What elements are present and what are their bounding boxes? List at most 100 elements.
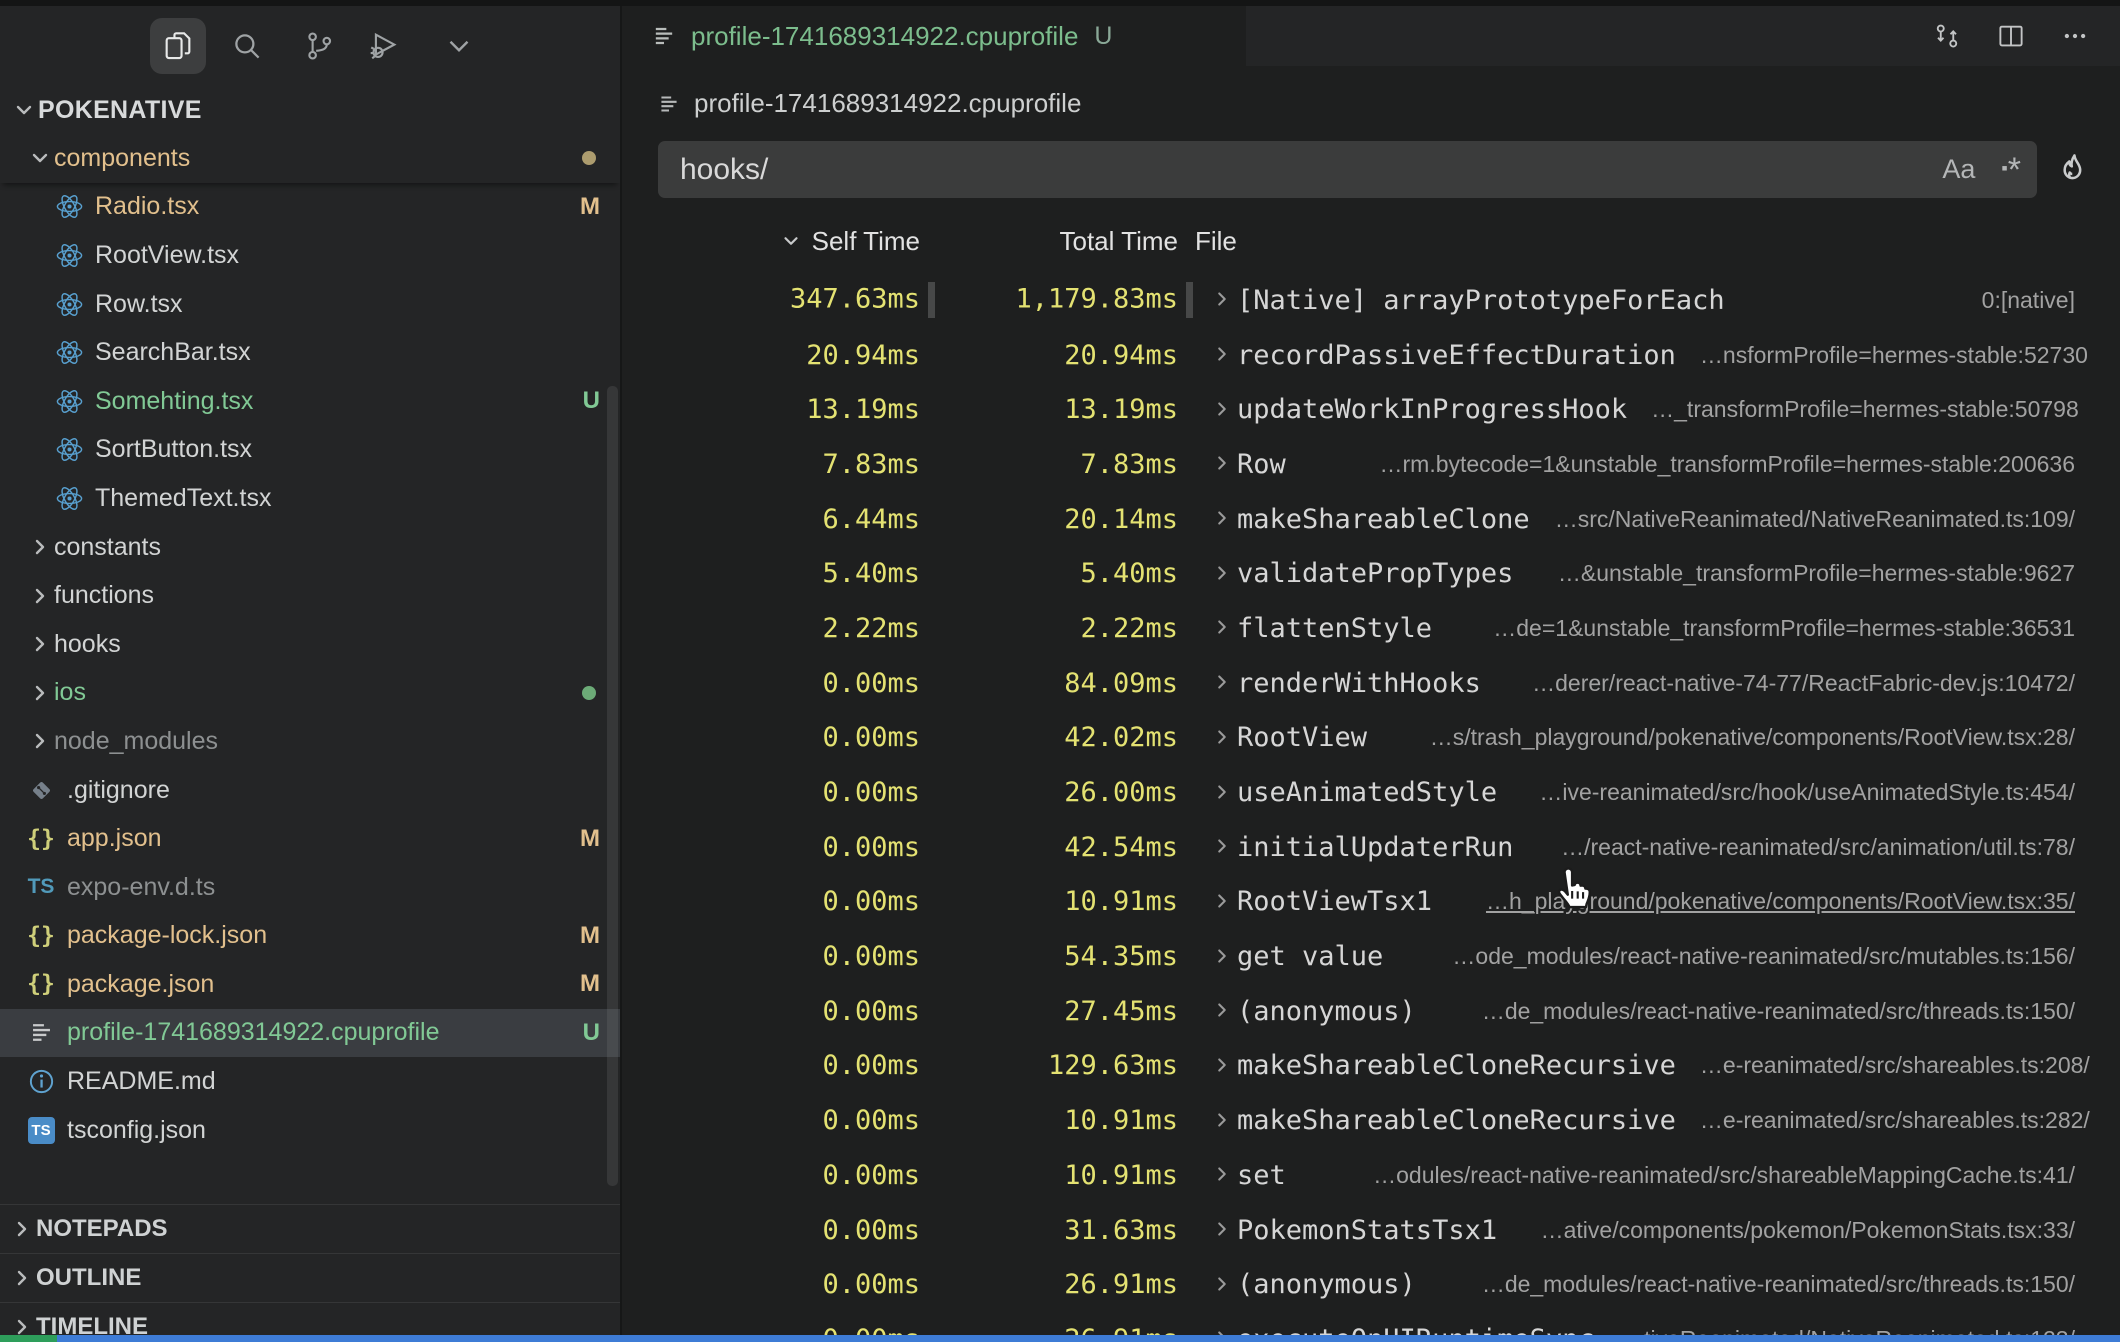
expand-chevron-icon[interactable] <box>1211 1218 1235 1242</box>
tree-item[interactable]: functions <box>0 571 620 620</box>
split-editor-icon[interactable] <box>1994 19 2028 53</box>
file-location-link[interactable]: …src/NativeReanimated/NativeReanimated.t… <box>1531 506 2075 533</box>
expand-chevron-icon[interactable] <box>1211 999 1235 1023</box>
expand-chevron-icon[interactable] <box>1211 726 1235 750</box>
profile-row[interactable]: 0.00ms 27.45ms (anonymous) …de_modules/r… <box>624 984 2120 1039</box>
file-location-link[interactable]: …ive-reanimated/src/hook/useAnimatedStyl… <box>1515 779 2075 806</box>
profile-row[interactable]: 0.00ms 31.63ms PokemonStatsTsx1 …ative/c… <box>624 1203 2120 1258</box>
expand-chevron-icon[interactable] <box>1211 616 1235 640</box>
file-location-link[interactable]: …de_modules/react-native-reanimated/src/… <box>1458 1271 2075 1298</box>
regex-icon[interactable]: ▪* <box>2001 149 2021 190</box>
status-bar[interactable] <box>0 1335 2120 1342</box>
breadcrumb[interactable]: profile-1741689314922.cpuprofile <box>624 66 2120 141</box>
expand-chevron-icon[interactable] <box>1211 1163 1235 1187</box>
more-actions-icon[interactable] <box>2058 19 2092 53</box>
match-case-icon[interactable]: Aa <box>1942 154 1975 185</box>
file-location-link[interactable]: …e-reanimated/src/shareables.ts:208/ <box>1676 1052 2090 1079</box>
tree-item[interactable]: node_modules <box>0 717 620 766</box>
flame-graph-icon[interactable] <box>2051 147 2097 193</box>
profile-row[interactable]: 0.00ms 10.91ms RootViewTsx1 …h_playgroun… <box>624 875 2120 930</box>
file-location-link[interactable]: …_transformProfile=hermes-stable:50798 <box>1627 396 2079 423</box>
tree-item[interactable]: .gitignore <box>0 766 620 815</box>
tree-item[interactable]: {} package-lock.json M <box>0 912 620 961</box>
profile-row[interactable]: 20.94ms 20.94ms recordPassiveEffectDurat… <box>624 328 2120 383</box>
profile-row[interactable]: 0.00ms 26.00ms useAnimatedStyle …ive-rea… <box>624 765 2120 820</box>
column-header-file[interactable]: File <box>1178 226 2120 257</box>
profile-row[interactable]: 5.40ms 5.40ms validatePropTypes …&unstab… <box>624 546 2120 601</box>
tree-item[interactable]: Row.tsx <box>0 280 620 329</box>
column-header-self-time[interactable]: Self Time <box>624 226 920 257</box>
expand-chevron-icon[interactable] <box>1211 890 1235 914</box>
sidebar-scrollbar[interactable] <box>607 386 618 1186</box>
profile-row[interactable]: 7.83ms 7.83ms Row …rm.bytecode=1&unstabl… <box>624 437 2120 492</box>
tree-item[interactable]: ThemedText.tsx <box>0 474 620 523</box>
expand-chevron-icon[interactable] <box>1211 781 1235 805</box>
expand-chevron-icon[interactable] <box>1211 1273 1235 1297</box>
tree-item[interactable]: profile-1741689314922.cpuprofile U <box>0 1009 620 1058</box>
tree-item[interactable]: Radio.tsx M <box>0 183 620 232</box>
more-views-chevron-icon[interactable] <box>431 18 487 74</box>
tree-item[interactable]: TS tsconfig.json <box>0 1106 620 1155</box>
tree-item[interactable]: Somehting.tsx U <box>0 377 620 426</box>
tree-item[interactable]: hooks <box>0 620 620 669</box>
profile-row[interactable]: 0.00ms 26.91ms executeOnUIRuntimeSync …t… <box>624 1312 2120 1335</box>
tree-item[interactable]: SearchBar.tsx <box>0 328 620 377</box>
expand-chevron-icon[interactable] <box>1211 1327 1235 1335</box>
file-location-link[interactable]: …nsformProfile=hermes-stable:52730 <box>1676 342 2088 369</box>
sidebar-section-header[interactable]: NOTEPADS <box>0 1204 620 1253</box>
file-location-link[interactable]: …/react-native-reanimated/src/animation/… <box>1537 834 2075 861</box>
tree-item[interactable]: constants <box>0 523 620 572</box>
profile-row[interactable]: 0.00ms 42.54ms initialUpdaterRun …/react… <box>624 820 2120 875</box>
profile-row[interactable]: 0.00ms 84.09ms renderWithHooks …derer/re… <box>624 656 2120 711</box>
source-control-view-icon[interactable] <box>291 18 347 74</box>
file-location-link[interactable]: …de_modules/react-native-reanimated/src/… <box>1458 998 2075 1025</box>
file-location-link[interactable]: …e-reanimated/src/shareables.ts:282/ <box>1676 1107 2090 1134</box>
profile-row[interactable]: 0.00ms 10.91ms makeShareableCloneRecursi… <box>624 1093 2120 1148</box>
profile-row[interactable]: 2.22ms 2.22ms flattenStyle …de=1&unstabl… <box>624 601 2120 656</box>
profile-row[interactable]: 0.00ms 10.91ms set …odules/react-native-… <box>624 1148 2120 1203</box>
profile-row[interactable]: 0.00ms 54.35ms get value …ode_modules/re… <box>624 929 2120 984</box>
file-location-link[interactable]: …odules/react-native-reanimated/src/shar… <box>1349 1162 2075 1189</box>
expand-chevron-icon[interactable] <box>1211 343 1235 367</box>
file-location-link[interactable]: …derer/react-native-74-77/ReactFabric-de… <box>1508 670 2075 697</box>
profile-row[interactable]: 0.00ms 129.63ms makeShareableCloneRecurs… <box>624 1039 2120 1094</box>
expand-chevron-icon[interactable] <box>1211 288 1235 312</box>
file-location-link[interactable]: …ative/components/pokemon/PokemonStats.t… <box>1517 1217 2075 1244</box>
file-location-link[interactable]: 0:[native] <box>1958 287 2075 314</box>
profile-row[interactable]: 347.63ms 1,179.83ms [Native] arrayProtot… <box>624 273 2120 328</box>
profile-row[interactable]: 0.00ms 26.91ms (anonymous) …de_modules/r… <box>624 1257 2120 1312</box>
file-location-link[interactable]: …de=1&unstable_transformProfile=hermes-s… <box>1469 615 2075 642</box>
file-location-link[interactable]: …tiveReanimated/NativeReanimated.ts:123/ <box>1597 1326 2075 1335</box>
expand-chevron-icon[interactable] <box>1211 1054 1235 1078</box>
profile-row[interactable]: 6.44ms 20.14ms makeShareableClone …src/N… <box>624 492 2120 547</box>
expand-chevron-icon[interactable] <box>1211 945 1235 969</box>
profile-row[interactable]: 13.19ms 13.19ms updateWorkInProgressHook… <box>624 382 2120 437</box>
tree-item[interactable]: TS expo-env.d.ts <box>0 863 620 912</box>
expand-chevron-icon[interactable] <box>1211 671 1235 695</box>
file-location-link[interactable]: …rm.bytecode=1&unstable_transformProfile… <box>1356 451 2076 478</box>
file-location-link[interactable]: …s/trash_playground/pokenative/component… <box>1406 724 2075 751</box>
file-location-link[interactable]: …h_playground/pokenative/components/Root… <box>1462 888 2075 915</box>
profile-row[interactable]: 0.00ms 42.02ms RootView …s/trash_playgro… <box>624 711 2120 766</box>
tree-item[interactable]: components <box>0 134 620 183</box>
sidebar-section-header[interactable]: TIMELINE <box>0 1302 620 1335</box>
expand-chevron-icon[interactable] <box>1211 562 1235 586</box>
file-location-link[interactable]: …&unstable_transformProfile=hermes-stabl… <box>1534 560 2075 587</box>
column-header-total-time[interactable]: Total Time <box>920 226 1178 257</box>
tree-item[interactable]: README.md <box>0 1057 620 1106</box>
expand-chevron-icon[interactable] <box>1211 835 1235 859</box>
expand-chevron-icon[interactable] <box>1211 1109 1235 1133</box>
tree-item[interactable]: SortButton.tsx <box>0 426 620 475</box>
remote-indicator[interactable] <box>0 1335 57 1342</box>
tree-item[interactable]: {} package.json M <box>0 960 620 1009</box>
explorer-view-icon[interactable] <box>150 18 206 74</box>
file-location-link[interactable]: …ode_modules/react-native-reanimated/src… <box>1428 943 2075 970</box>
expand-chevron-icon[interactable] <box>1211 507 1235 531</box>
expand-chevron-icon[interactable] <box>1211 452 1235 476</box>
tree-item[interactable]: ios <box>0 669 620 718</box>
expand-chevron-icon[interactable] <box>1211 398 1235 422</box>
tree-item[interactable]: RootView.tsx <box>0 231 620 280</box>
run-debug-view-icon[interactable] <box>355 18 411 74</box>
search-view-icon[interactable] <box>219 18 275 74</box>
tree-item[interactable]: {} app.json M <box>0 814 620 863</box>
